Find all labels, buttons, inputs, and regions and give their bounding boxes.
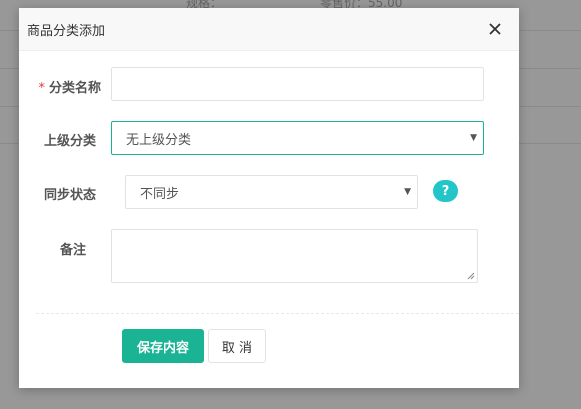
category-name-label-text: 分类名称	[48, 81, 101, 96]
parent-category-select[interactable]: 无上级分类 ▼	[111, 121, 484, 155]
sync-status-value: 不同步	[140, 186, 180, 202]
form-divider	[36, 313, 519, 314]
category-name-input[interactable]	[111, 67, 484, 101]
chevron-down-icon: ▼	[470, 133, 477, 143]
dialog-title: 商品分类添加	[27, 23, 106, 39]
chevron-down-icon: ▼	[404, 187, 411, 197]
category-name-label: * 分类名称	[21, 77, 101, 96]
parent-category-value: 无上级分类	[126, 132, 192, 148]
remark-label: 备注	[59, 243, 86, 258]
sync-status-select[interactable]: 不同步 ▼	[125, 175, 418, 209]
close-icon[interactable]	[487, 21, 505, 39]
question-icon[interactable]: ?	[433, 180, 458, 202]
required-mark: *	[38, 81, 45, 96]
remark-textarea[interactable]	[111, 229, 478, 283]
add-category-dialog: 商品分类添加 * 分类名称 上级分类 无上级分类 ▼ 同步状态 不同步 ▼ ? 备…	[19, 8, 519, 388]
parent-category-label: 上级分类	[43, 134, 96, 149]
sync-status-label: 同步状态	[43, 188, 96, 203]
cancel-button[interactable]: 取 消	[208, 329, 266, 363]
dialog-header: 商品分类添加	[19, 8, 519, 51]
save-button[interactable]: 保存内容	[122, 329, 204, 363]
resize-grip-icon[interactable]	[467, 272, 475, 280]
